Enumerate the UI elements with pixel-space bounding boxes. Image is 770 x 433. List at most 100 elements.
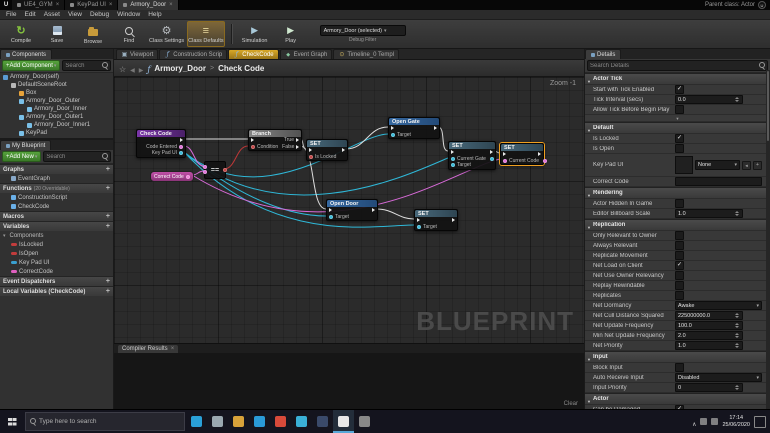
dropdown-arrow-icon[interactable]	[756, 303, 759, 309]
doc-tab[interactable]: Construction Scrip	[159, 49, 228, 59]
toolbar-button[interactable]: Find	[112, 21, 146, 47]
property-value-box[interactable]: 1.0	[675, 340, 743, 351]
exec-pin[interactable]	[391, 126, 394, 131]
string-pin[interactable]	[203, 170, 207, 174]
epic-icon[interactable]	[354, 410, 375, 433]
clock[interactable]: 17:14 25/06/2020	[722, 415, 750, 429]
blueprint-row[interactable]: Key Pad UI	[0, 258, 113, 267]
blueprint-row[interactable]: CorrectCode	[0, 267, 113, 276]
exec-pin[interactable]	[342, 148, 345, 153]
window-tab[interactable]: UE4_GYM	[12, 0, 66, 10]
doc-tab[interactable]: Timeline_0 Templ	[333, 49, 400, 59]
notification-icon[interactable]	[754, 415, 766, 428]
property-checkbox[interactable]	[675, 85, 684, 94]
blueprint-row[interactable]: Local Variables (CheckCode)	[0, 286, 113, 296]
component-tree-item[interactable]: Armory_Door_Inner1	[0, 121, 113, 129]
exec-pin[interactable]	[538, 152, 541, 157]
exec-pin[interactable]	[296, 144, 300, 149]
exec-pin[interactable]	[503, 152, 506, 157]
string-pin[interactable]	[503, 158, 507, 163]
browse-asset-button[interactable]	[753, 160, 762, 170]
property-checkbox[interactable]	[675, 291, 684, 300]
start-button[interactable]	[0, 410, 24, 433]
toolbar-button[interactable]: Simulation	[238, 21, 272, 47]
object-pin[interactable]	[329, 214, 333, 219]
exec-pin[interactable]	[417, 218, 420, 223]
steam-icon[interactable]	[312, 410, 333, 433]
property-checkbox[interactable]	[675, 241, 684, 250]
node-open-door[interactable]: Open Door Target	[326, 199, 378, 221]
blueprint-row[interactable]: Event Dispatchers	[0, 276, 113, 286]
menu-item[interactable]: Edit	[20, 11, 39, 18]
window-tab[interactable]: KeyPad UI	[65, 0, 119, 10]
property-checkbox[interactable]	[675, 144, 684, 153]
menu-item[interactable]: Help	[144, 11, 165, 18]
property-value-box[interactable]: 0.0	[675, 94, 743, 105]
tab-my-blueprint[interactable]: My Blueprint	[0, 140, 52, 150]
my-blueprint-search-input[interactable]: Search	[43, 151, 111, 162]
property-checkbox[interactable]	[675, 199, 684, 208]
object-pin[interactable]	[489, 156, 494, 161]
node-set-current-gate[interactable]: SET Current Gate Target	[448, 141, 496, 170]
menu-item[interactable]: Window	[113, 11, 144, 18]
spinner-icon[interactable]	[735, 322, 740, 329]
add-icon[interactable]	[106, 288, 110, 295]
spinner-icon[interactable]	[735, 210, 740, 217]
object-pin[interactable]	[417, 224, 421, 229]
toolbar-button[interactable]: Compile	[4, 21, 38, 47]
bool-pin[interactable]	[309, 154, 313, 159]
window-tab[interactable]: Armory_Door	[118, 0, 179, 10]
add-component-button[interactable]: +Add Component	[2, 60, 61, 71]
property-value-box[interactable]	[675, 176, 762, 187]
tray-expand-icon[interactable]	[692, 413, 696, 431]
exec-pin[interactable]	[434, 126, 437, 131]
component-tree-item[interactable]: Box	[0, 89, 113, 97]
node-set-current-code[interactable]: SET Current Code	[500, 143, 548, 165]
dropdown-arrow-icon[interactable]	[756, 375, 759, 381]
menu-item[interactable]: View	[64, 11, 86, 18]
blueprint-row[interactable]: Macros	[0, 211, 113, 221]
property-value-box[interactable]: Awake	[675, 300, 762, 311]
node-open-gate[interactable]: Open Gate Target	[388, 117, 440, 139]
blueprint-graph-canvas[interactable]: Check Code Code Entered Key Pad UI Corre…	[114, 77, 584, 343]
node-branch[interactable]: Branch True Condition False	[248, 129, 302, 151]
object-pin[interactable]	[391, 132, 395, 137]
node-equals[interactable]: ==	[203, 161, 227, 179]
component-tree-item[interactable]: Armory_Door_Outer	[0, 97, 113, 105]
property-value-box[interactable]: 0	[675, 382, 743, 393]
property-value-box[interactable]: 100.0	[675, 320, 743, 331]
add-icon[interactable]	[106, 213, 110, 220]
add-new-button[interactable]: +Add New	[2, 151, 42, 162]
bool-pin[interactable]	[223, 168, 227, 172]
add-icon[interactable]	[106, 278, 110, 285]
property-checkbox[interactable]	[675, 134, 684, 143]
blueprint-row[interactable]: ConstructionScript	[0, 193, 113, 202]
node-correct-code-get[interactable]: Correct Code	[150, 171, 194, 182]
forward-icon[interactable]	[139, 59, 144, 77]
bool-pin[interactable]	[251, 144, 255, 149]
back-icon[interactable]	[130, 59, 135, 77]
toolbar-button[interactable]: Browse	[76, 21, 110, 47]
property-checkbox[interactable]	[675, 363, 684, 372]
bookmark-icon[interactable]	[119, 59, 126, 77]
property-value-box[interactable]: Disabled	[675, 372, 762, 383]
property-checkbox[interactable]	[675, 405, 684, 409]
menu-item[interactable]: Debug	[86, 11, 113, 18]
details-search-input[interactable]: Search Details	[587, 60, 768, 71]
component-tree-item[interactable]: DefaultSceneRoot	[0, 81, 113, 89]
spinner-icon[interactable]	[735, 332, 740, 339]
debug-object-dropdown[interactable]: Armory_Door (selected)	[319, 25, 406, 36]
property-checkbox[interactable]	[675, 271, 684, 280]
property-value-box[interactable]: 1.0	[675, 208, 743, 219]
string-pin[interactable]	[179, 144, 183, 149]
dropdown-arrow-icon[interactable]	[734, 162, 737, 168]
doc-tab[interactable]: Viewport	[116, 49, 159, 59]
string-pin[interactable]	[543, 158, 548, 163]
property-checkbox[interactable]	[675, 261, 684, 270]
components-search-input[interactable]: Search	[62, 60, 111, 71]
exec-pin[interactable]	[309, 148, 312, 153]
toolbar-button[interactable]: Class Settings	[148, 21, 185, 47]
taskbar-search-input[interactable]: Type here to search	[25, 412, 185, 431]
property-value-box[interactable]: 2.0	[675, 330, 743, 341]
component-tree-item[interactable]: Armory_Door(self)	[0, 73, 113, 81]
